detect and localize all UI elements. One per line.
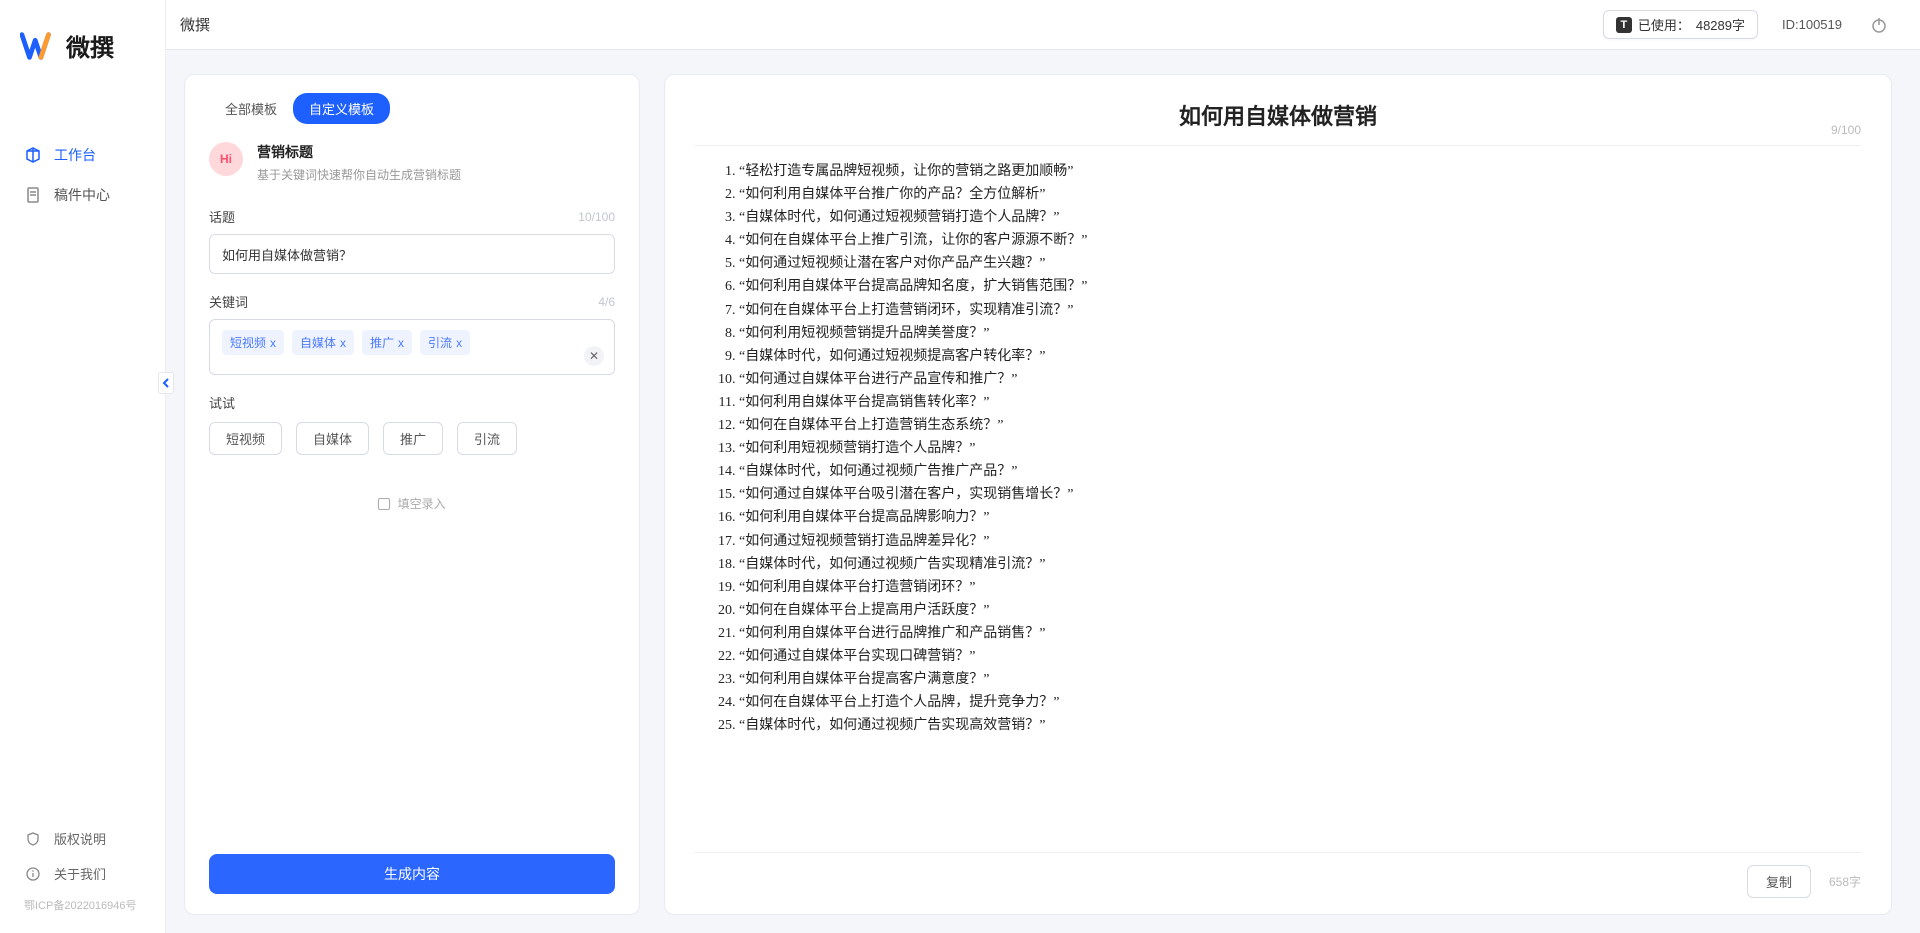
tag-remove-icon[interactable]: x <box>398 336 404 350</box>
icp-text: 鄂ICP备2022016946号 <box>0 891 165 913</box>
topbar: 微撰 T 已使用： 48289字 ID:100519 <box>166 0 1920 50</box>
result-item: “自媒体时代，如何通过视频广告推广产品？” <box>739 460 1859 483</box>
logo-text: 微撰 <box>66 28 114 63</box>
topic-field: 话题 10/100 <box>209 207 615 274</box>
result-item: “如何利用自媒体平台推广你的产品？全方位解析” <box>739 183 1859 206</box>
result-item: “如何利用自媒体平台提高品牌影响力？” <box>739 506 1859 529</box>
usage-icon: T <box>1616 17 1632 33</box>
tag-text: 推广 <box>370 334 394 351</box>
result-item: “如何利用自媒体平台提高客户满意度？” <box>739 668 1859 691</box>
fill-mode-label: 填空录入 <box>398 497 446 511</box>
try-chip[interactable]: 自媒体 <box>296 422 369 455</box>
nav: 工作台稿件中心 <box>0 81 165 821</box>
result-panel: 如何用自媒体做营销 9/100 “轻松打造专属品牌短视频，让你的营销之路更加顺畅… <box>664 74 1892 915</box>
result-item: “如何在自媒体平台上打造个人品牌，提升竞争力？” <box>739 691 1859 714</box>
template-tabs: 全部模板自定义模板 <box>209 93 615 124</box>
result-item: “如何利用自媒体平台打造营销闭环？” <box>739 576 1859 599</box>
logo[interactable]: 微撰 <box>0 0 165 81</box>
result-item: “如何利用自媒体平台进行品牌推广和产品销售？” <box>739 622 1859 645</box>
cube-icon <box>24 146 42 164</box>
result-item: “如何在自媒体平台上打造营销生态系统？” <box>739 414 1859 437</box>
usage-label: 已使用： <box>1638 15 1690 34</box>
result-item: “如何利用短视频营销提升品牌美誉度？” <box>739 322 1859 345</box>
tag-remove-icon[interactable]: x <box>270 336 276 350</box>
info-icon <box>24 865 42 883</box>
result-item: “如何在自媒体平台上打造营销闭环，实现精准引流？” <box>739 299 1859 322</box>
shield-icon <box>24 830 42 848</box>
nav-label: 工作台 <box>54 145 96 165</box>
tag-text: 短视频 <box>230 334 266 351</box>
result-item: “如何利用自媒体平台提高品牌知名度，扩大销售范围？” <box>739 275 1859 298</box>
result-item: “如何通过短视频营销打造品牌差异化？” <box>739 530 1859 553</box>
try-chip[interactable]: 短视频 <box>209 422 282 455</box>
result-item: “自媒体时代，如何通过短视频提高客户转化率？” <box>739 345 1859 368</box>
result-item: “如何通过自媒体平台吸引潜在客户，实现销售增长？” <box>739 483 1859 506</box>
result-item: “如何在自媒体平台上推广引流，让你的客户源源不断？” <box>739 229 1859 252</box>
result-item: “如何通过短视频让潜在客户对你产品产生兴趣？” <box>739 252 1859 275</box>
logo-icon <box>20 30 58 62</box>
result-item: “如何利用短视频营销打造个人品牌？” <box>739 437 1859 460</box>
result-item: “如何利用自媒体平台提高销售转化率？” <box>739 391 1859 414</box>
result-item: “自媒体时代，如何通过短视频营销打造个人品牌？” <box>739 206 1859 229</box>
keywords-field: 关键词 4/6 短视频 x自媒体 x推广 x引流 x ✕ <box>209 292 615 375</box>
result-item: “自媒体时代，如何通过视频广告实现高效营销？” <box>739 714 1859 737</box>
result-body: “轻松打造专属品牌短视频，让你的营销之路更加顺畅”“如何利用自媒体平台推广你的产… <box>695 156 1861 842</box>
footer-item-1[interactable]: 关于我们 <box>0 856 165 891</box>
footer-item-0[interactable]: 版权说明 <box>0 821 165 856</box>
try-label: 试试 <box>209 393 615 412</box>
keyword-tag[interactable]: 引流 x <box>420 330 470 355</box>
try-chip[interactable]: 引流 <box>457 422 517 455</box>
footer-label: 关于我们 <box>54 864 106 883</box>
nav-label: 稿件中心 <box>54 185 110 205</box>
user-id: ID:100519 <box>1782 17 1842 32</box>
footer-label: 版权说明 <box>54 829 106 848</box>
copy-button[interactable]: 复制 <box>1747 865 1811 898</box>
clear-keywords-button[interactable]: ✕ <box>584 346 604 366</box>
try-field: 试试 短视频自媒体推广引流 <box>209 393 615 455</box>
topic-counter: 10/100 <box>578 210 615 224</box>
template-header: Hi 营销标题 基于关键词快速帮你自动生成营销标题 <box>209 142 615 183</box>
sidebar: 微撰 工作台稿件中心 版权说明关于我们鄂ICP备2022016946号 <box>0 0 166 933</box>
try-chip[interactable]: 推广 <box>383 422 443 455</box>
tag-remove-icon[interactable]: x <box>340 336 346 350</box>
usage-pill[interactable]: T 已使用： 48289字 <box>1603 10 1758 39</box>
page-title: 微撰 <box>180 14 210 35</box>
keywords-label: 关键词 <box>209 292 248 311</box>
result-title: 如何用自媒体做营销 <box>1179 99 1377 131</box>
tab-0[interactable]: 全部模板 <box>209 93 293 124</box>
topic-input[interactable] <box>209 234 615 274</box>
keyword-tag[interactable]: 推广 x <box>362 330 412 355</box>
result-item: “轻松打造专属品牌短视频，让你的营销之路更加顺畅” <box>739 160 1859 183</box>
doc-icon <box>24 186 42 204</box>
tag-text: 引流 <box>428 334 452 351</box>
fill-mode-button[interactable]: 填空录入 <box>209 473 615 520</box>
result-item: “如何在自媒体平台上提高用户活跃度？” <box>739 599 1859 622</box>
sidebar-footer: 版权说明关于我们鄂ICP备2022016946号 <box>0 821 165 933</box>
tab-1[interactable]: 自定义模板 <box>293 93 390 124</box>
tag-remove-icon[interactable]: x <box>456 336 462 350</box>
keyword-tag[interactable]: 短视频 x <box>222 330 284 355</box>
tag-text: 自媒体 <box>300 334 336 351</box>
template-icon: Hi <box>209 142 243 176</box>
char-count: 658字 <box>1829 873 1861 890</box>
sidebar-collapse[interactable] <box>158 372 174 394</box>
nav-item-0[interactable]: 工作台 <box>0 135 165 175</box>
keywords-counter: 4/6 <box>598 295 615 309</box>
result-title-counter: 9/100 <box>1831 123 1861 137</box>
template-desc: 基于关键词快速帮你自动生成营销标题 <box>257 166 461 183</box>
keywords-input[interactable]: 短视频 x自媒体 x推广 x引流 x ✕ <box>209 319 615 375</box>
generate-button[interactable]: 生成内容 <box>209 854 615 894</box>
template-title: 营销标题 <box>257 142 461 162</box>
form-icon <box>378 498 390 510</box>
usage-value: 48289字 <box>1696 15 1745 34</box>
input-panel: 全部模板自定义模板 Hi 营销标题 基于关键词快速帮你自动生成营销标题 话题 1… <box>184 74 640 915</box>
result-item: “如何通过自媒体平台进行产品宣传和推广？” <box>739 368 1859 391</box>
topic-label: 话题 <box>209 207 235 226</box>
keyword-tag[interactable]: 自媒体 x <box>292 330 354 355</box>
result-item: “自媒体时代，如何通过视频广告实现精准引流？” <box>739 553 1859 576</box>
result-item: “如何通过自媒体平台实现口碑营销？” <box>739 645 1859 668</box>
nav-item-1[interactable]: 稿件中心 <box>0 175 165 215</box>
power-icon[interactable] <box>1866 12 1892 38</box>
